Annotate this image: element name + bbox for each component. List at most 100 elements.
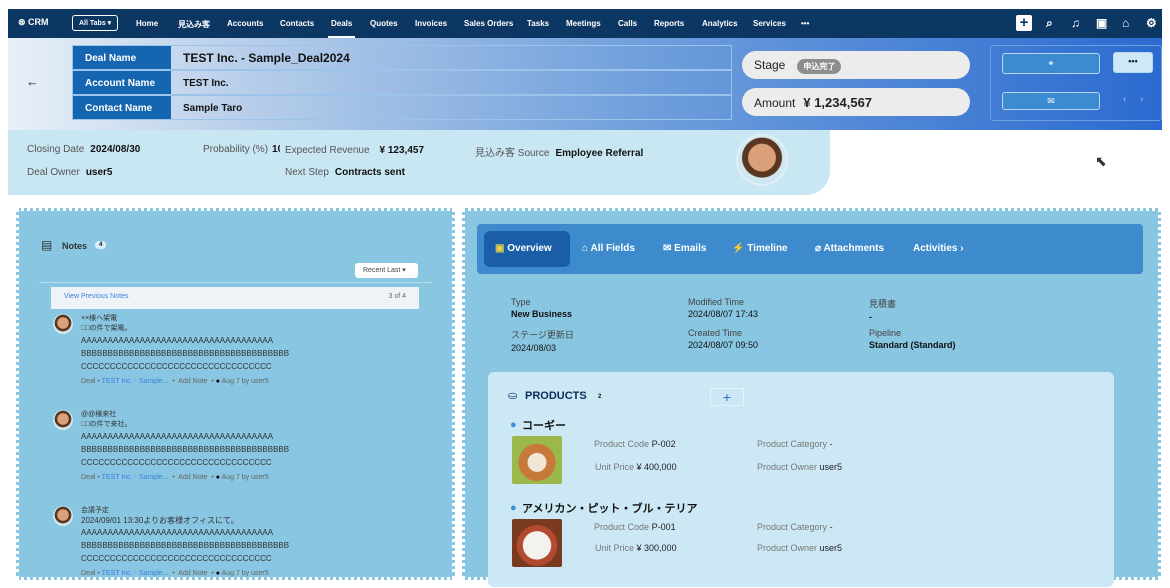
product-item: ● コーギー Product Code P-002 Unit Price ¥ 4… xyxy=(508,416,1108,496)
search-icon[interactable]: ⌕ xyxy=(1046,16,1053,31)
contact-name-value[interactable]: Sample Taro xyxy=(183,103,242,114)
tab-deals[interactable]: Deals xyxy=(327,19,356,38)
tab-label: Emails xyxy=(674,243,707,254)
tab-sales-orders[interactable]: Sales Orders xyxy=(464,19,513,28)
owner-avatar[interactable] xyxy=(736,134,788,186)
account-name-value[interactable]: TEST Inc. xyxy=(183,78,229,89)
tab-quotes[interactable]: Quotes xyxy=(370,19,398,28)
tab-all-fields[interactable]: ⌂ All Fields xyxy=(582,243,635,254)
more-button[interactable]: ••• xyxy=(1113,52,1153,73)
note-author-avatar xyxy=(53,506,73,526)
tab-meetings[interactable]: Meetings xyxy=(566,19,601,28)
tab-invoices[interactable]: Invoices xyxy=(415,19,447,28)
detail-panel: ▣ Overview ⌂ All Fields ✉ Emails ⚡ Timel… xyxy=(462,208,1161,587)
email-button[interactable]: ✉ xyxy=(1002,92,1100,110)
product-name[interactable]: コーギー xyxy=(522,417,566,433)
product-owner-label: Product Owner xyxy=(757,462,818,472)
add-product-button[interactable]: + xyxy=(710,388,744,406)
note-user: user5 xyxy=(251,378,269,385)
bell-icon[interactable]: ♫ xyxy=(1071,16,1080,30)
view-previous-notes-link[interactable]: View Previous Notes xyxy=(64,293,128,300)
link-button[interactable]: ⚭ xyxy=(1002,53,1100,74)
crm-logo[interactable]: ⊗ CRM xyxy=(18,17,49,28)
settings-icon[interactable]: ⚙ xyxy=(1146,16,1157,30)
amount-pill: Amount ¥ 1,234,567 xyxy=(742,88,970,116)
tab-home[interactable]: Home xyxy=(136,19,158,28)
note-deal-link[interactable]: TEST Inc. - Sample... xyxy=(102,570,169,577)
add-note-link[interactable]: Add Note xyxy=(178,378,207,385)
expected-revenue: Expected Revenue ¥ 123,457 xyxy=(285,145,424,156)
tab-leads[interactable]: 見込み客 xyxy=(178,19,210,30)
prev-record-icon[interactable]: ‹ xyxy=(1123,94,1126,105)
all-tabs-label: All Tabs xyxy=(79,20,106,27)
note-line: BBBBBBBBBBBBBBBBBBBBBBBBBBBBBBBBBBBBBBB xyxy=(81,349,290,358)
note-line: □□の件で架電。 xyxy=(81,325,132,332)
contact-name-row: Contact Name Sample Taro xyxy=(72,95,732,120)
closing-date-label: Closing Date xyxy=(27,144,85,155)
next-record-icon[interactable]: › xyxy=(1140,94,1143,105)
tab-tasks[interactable]: Tasks xyxy=(527,19,549,28)
note-line: AAAAAAAAAAAAAAAAAAAAAAAAAAAAAAAAAAAA xyxy=(81,528,274,537)
basket-icon: ⛀ xyxy=(508,390,518,402)
probability-value: 10 xyxy=(272,144,280,155)
note-time: Aug 7 xyxy=(221,378,240,385)
created-value: 2024/08/07 09:50 xyxy=(688,340,759,350)
plus-icon[interactable]: + xyxy=(1016,15,1032,31)
tab-reports[interactable]: Reports xyxy=(654,19,684,28)
quote-value: - xyxy=(869,312,872,322)
logo-text: CRM xyxy=(28,17,49,27)
product-category-label: Product Category xyxy=(757,439,828,449)
field-quote: 見積書 - xyxy=(869,297,896,322)
tab-emails[interactable]: ✉ Emails xyxy=(663,243,706,254)
notes-pager: 3 of 4 xyxy=(388,293,406,300)
calendar-icon[interactable]: ▣ xyxy=(1096,16,1107,30)
tab-timeline[interactable]: ⚡ Timeline xyxy=(732,243,788,254)
deal-name-value[interactable]: TEST Inc. - Sample_Deal2024 xyxy=(183,51,350,65)
tab-attachments[interactable]: ⌀ Attachments xyxy=(815,243,884,254)
back-arrow-icon[interactable]: ← xyxy=(26,74,39,89)
note-deal-link[interactable]: TEST Inc. - Sample... xyxy=(102,474,169,481)
sort-dropdown[interactable]: Recent Last ▾ xyxy=(355,263,418,278)
closing-date-value: 2024/08/30 xyxy=(90,144,141,155)
note-line: AAAAAAAAAAAAAAAAAAAAAAAAAAAAAAAAAAAA xyxy=(81,336,274,345)
note-deal-label: Deal xyxy=(81,378,96,385)
tab-services[interactable]: Services xyxy=(753,19,786,28)
bulb-icon: ● xyxy=(510,419,517,431)
product-image xyxy=(512,436,562,484)
product-owner-label: Product Owner xyxy=(757,543,818,553)
bulb-icon: ● xyxy=(510,502,517,514)
field-modified: Modified Time 2024/08/07 17:43 xyxy=(688,297,758,319)
products-count: 2 xyxy=(598,394,602,400)
add-note-link[interactable]: Add Note xyxy=(178,474,207,481)
note-deal-link[interactable]: TEST Inc. - Sample... xyxy=(102,378,169,385)
tab-contacts[interactable]: Contacts xyxy=(280,19,314,28)
product-code-value: P-001 xyxy=(651,522,676,532)
detail-tabs: ▣ Overview ⌂ All Fields ✉ Emails ⚡ Timel… xyxy=(477,224,1143,274)
field-type: Type New Business xyxy=(511,297,572,319)
tab-activities[interactable]: Activities › xyxy=(913,243,964,254)
stage-pill[interactable]: Stage 申込完了 xyxy=(742,51,970,79)
pipeline-value: Standard (Standard) xyxy=(869,340,956,350)
products-card: ⛀ PRODUCTS 2 + ● コーギー Product Code P-002… xyxy=(488,372,1114,587)
tab-analytics[interactable]: Analytics xyxy=(702,19,738,28)
tab-label: All Fields xyxy=(590,243,635,254)
key-info-panel: Closing Date 2024/08/30 Probability (%)10… xyxy=(8,130,830,195)
tab-label: Timeline xyxy=(747,243,788,254)
add-note-link[interactable]: Add Note xyxy=(178,570,207,577)
modified-value: 2024/08/07 17:43 xyxy=(688,309,759,319)
marketplace-icon[interactable]: ⌂ xyxy=(1122,16,1129,30)
tab-overview[interactable]: ▣ Overview xyxy=(495,243,552,254)
tab-calls[interactable]: Calls xyxy=(618,19,637,28)
tab-accounts[interactable]: Accounts xyxy=(227,19,263,28)
tab-more[interactable]: ••• xyxy=(801,19,809,28)
product-name[interactable]: アメリカン・ピット・ブル・テリア xyxy=(522,500,697,516)
next-step-label: Next Step xyxy=(285,167,329,178)
view-previous-bar: View Previous Notes 3 of 4 xyxy=(51,287,419,309)
note-time: Aug 7 xyxy=(221,570,240,577)
deal-owner: Deal Owner user5 xyxy=(27,167,113,178)
stage-badge: 申込完了 xyxy=(797,59,842,74)
divider xyxy=(39,282,432,283)
note-line: BBBBBBBBBBBBBBBBBBBBBBBBBBBBBBBBBBBBBBB xyxy=(81,541,290,550)
all-tabs-button[interactable]: All Tabs ▾ xyxy=(72,15,119,31)
unit-price-label: Unit Price xyxy=(595,462,635,472)
